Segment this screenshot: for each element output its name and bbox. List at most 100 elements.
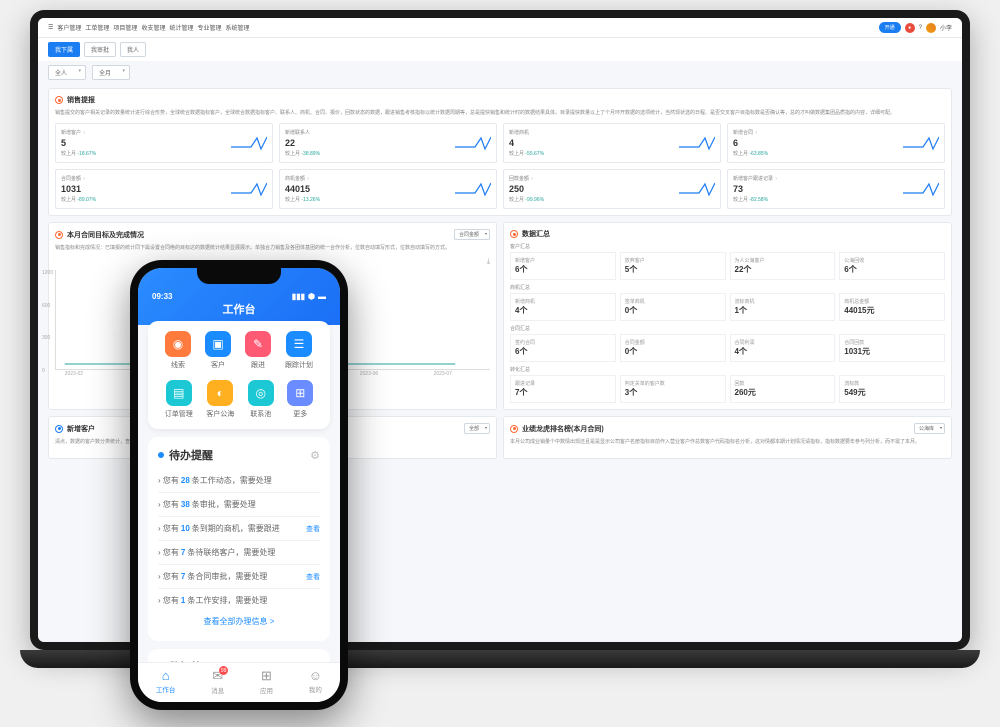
upgrade-pill[interactable]: 开通 [879,22,901,33]
summary-cell[interactable]: 签约合同6个 [510,334,616,362]
summary-panel: 数据汇总 客户汇总新增客户6个放弃客户5个为人公海客户22个公海回收6个商机汇总… [503,222,952,410]
kpi-card[interactable]: 新增联系人 22 较上月 -38.89% [279,123,497,163]
nav-item[interactable]: 统计管理 [169,23,193,32]
todo-item[interactable]: › 您有7条合同审批，需要处理查看 [158,565,320,589]
cell-value: 6个 [515,346,611,357]
summary-cell[interactable]: 流标款549元 [839,375,945,403]
app-icon-联系池[interactable]: ◎联系池 [248,380,274,419]
summary-cell[interactable]: 公海回收6个 [839,252,945,280]
rank-select[interactable]: 公海库 [914,423,945,434]
info-icon[interactable]: ? [83,176,85,181]
tab-消息[interactable]: ✉99消息 [211,668,224,695]
kpi-card[interactable]: 新增合同 ? 6 较上月 -63.85% [727,123,945,163]
todo-item[interactable]: › 您有38条审批，需要处理 [158,493,320,517]
cell-value: 4个 [735,346,831,357]
app-icon-线索[interactable]: ◉线索 [165,331,191,370]
signal-icon: ▮▮▮ [292,292,305,301]
nav-item[interactable]: 收支管理 [141,23,165,32]
period-select[interactable]: 全月 [92,65,130,80]
app-label: 线索 [171,360,185,370]
tab-icon: ✉99 [212,668,223,684]
kpi-card[interactable]: 回款金额 ? 250 较上月 -99.96% [503,169,721,209]
todo-action[interactable]: 查看 [306,524,320,534]
wifi-icon: ⬢ [308,292,315,301]
nav-item[interactable]: 项目管理 [113,23,137,32]
summary-cell[interactable]: 为人公海客户22个 [730,252,836,280]
top-navigation: ☰ 客户管理 工单管理 项目管理 收支管理 统计管理 专业管理 系统管理 开通 … [38,18,962,38]
kpi-card[interactable]: 新增客户 ? 5 较上月 -18.67% [55,123,273,163]
app-icon-客户公海[interactable]: ◐客户公海 [206,380,234,419]
summary-cell[interactable]: 放弃客户5个 [620,252,726,280]
tab-subordinates[interactable]: 我下属 [48,42,80,57]
summary-cell[interactable]: 合同利润4个 [730,334,836,362]
info-icon[interactable]: ? [531,176,533,181]
gear-icon[interactable]: ⚙ [310,449,320,462]
kpi-card[interactable]: 新增客户跟进记录 ? 73 较上月 -82.58% [727,169,945,209]
summary-cell[interactable]: 流标商机1个 [730,293,836,321]
summary-cell[interactable]: 新增客户6个 [510,252,616,280]
cell-value: 6个 [515,264,611,275]
app-icon-客户[interactable]: ▣客户 [205,331,231,370]
app-label: 客户 [211,360,225,370]
cell-label: 合同金额 [625,339,721,346]
app-icon-更多[interactable]: ⊞更多 [287,380,313,419]
summary-cell[interactable]: 商机总金额44015元 [839,293,945,321]
notif-icon[interactable]: ● [905,23,915,33]
nav-item[interactable]: 工单管理 [85,23,109,32]
sparkline [679,135,715,151]
summary-cell[interactable]: 新增商机4个 [510,293,616,321]
scope-select[interactable]: 全人 [48,65,86,80]
metric-select[interactable]: 合同金额 [454,229,490,240]
tab-mine[interactable]: 我人 [120,42,146,57]
summary-cell[interactable]: 回款260元 [730,375,836,403]
cell-label: 签约合同 [515,339,611,346]
help-icon[interactable]: ? [919,25,922,31]
kpi-card[interactable]: 新增商机 4 较上月 -55.67% [503,123,721,163]
app-icon-跟踪计划[interactable]: ☰跟踪计划 [285,331,313,370]
sparkline [231,135,267,151]
tab-应用[interactable]: ⊞应用 [260,668,273,695]
todo-count: 10 [181,524,190,533]
info-icon[interactable]: ? [775,176,777,181]
summary-cell[interactable]: 合同回款1031元 [839,334,945,362]
sparkline [455,135,491,151]
tab-approval[interactable]: 我审批 [84,42,116,57]
nav-item[interactable]: 专业管理 [197,23,221,32]
download-icon[interactable]: ⤓ [487,258,490,266]
kpi-card[interactable]: 商机金额 ? 44015 较上月 -13.26% [279,169,497,209]
cell-label: 新增商机 [515,298,611,305]
cell-value: 22个 [735,264,831,275]
summary-cell[interactable]: 合同金额0个 [620,334,726,362]
kpi-compare: 较上月 -38.89% [285,150,491,157]
todo-action[interactable]: 查看 [306,572,320,582]
nav-item[interactable]: 客户管理 [57,23,81,32]
nav-item[interactable]: 系统管理 [225,23,249,32]
y-axis-label: 1200 [42,270,53,276]
info-icon[interactable]: ? [307,176,309,181]
trend-select[interactable]: 全部 [464,423,490,434]
fire-icon [55,231,63,239]
tab-工作台[interactable]: ⌂工作台 [156,668,176,695]
summary-cell[interactable]: 跟进记录7个 [510,375,616,403]
tab-我的[interactable]: ☺我的 [309,668,322,695]
todo-item[interactable]: › 您有7条待联络客户，需要处理 [158,541,320,565]
info-icon[interactable]: ? [755,130,757,135]
todo-count: 1 [181,596,185,605]
dot-icon [158,452,164,458]
summary-cell[interactable]: 签单商机0个 [620,293,726,321]
panel-title: 新增客户 [67,424,95,434]
app-icon-订单管理[interactable]: ▤订单管理 [165,380,193,419]
cell-label: 合同利润 [735,339,831,346]
view-more-link[interactable]: 查看全部办理信息 > [158,612,320,631]
avatar[interactable] [926,23,936,33]
todo-item[interactable]: › 您有10条到期的商机，需要跟进查看 [158,517,320,541]
todo-item[interactable]: › 您有28条工作动态，需要处理 [158,469,320,493]
info-icon[interactable]: ? [83,130,85,135]
menu-icon[interactable]: ☰ [48,24,53,31]
summary-cell[interactable]: 判定关单的客户数3个 [620,375,726,403]
todo-item[interactable]: › 您有1条工作安排，需要处理 [158,589,320,612]
kpi-card[interactable]: 合同金额 ? 1031 较上月 -89.07% [55,169,273,209]
app-icon-跟进[interactable]: ✎跟进 [245,331,271,370]
更多-icon: ⊞ [287,380,313,406]
cell-label: 商机总金额 [844,298,940,305]
